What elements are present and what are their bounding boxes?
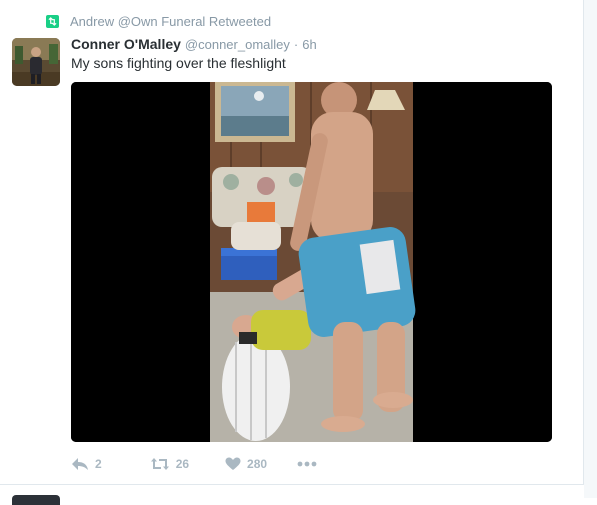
retweet-action-icon [150, 457, 170, 471]
next-avatar[interactable] [12, 495, 60, 505]
scrollbar[interactable] [584, 0, 597, 498]
like-icon [225, 457, 241, 471]
more-icon [297, 461, 317, 467]
retweet-context-text[interactable]: Andrew @Own Funeral Retweeted [70, 14, 271, 29]
username[interactable]: @conner_omalley [185, 37, 290, 52]
reply-button[interactable]: 2 [71, 457, 102, 471]
tweet-text: My sons fighting over the fleshlight [71, 55, 286, 71]
like-count: 280 [247, 457, 268, 471]
tweet-header: Conner O'Malley @conner_omalley · 6h [71, 36, 317, 52]
timestamp[interactable]: 6h [302, 37, 316, 52]
avatar[interactable] [12, 38, 60, 86]
next-tweet-peek[interactable] [0, 485, 583, 505]
retweet-count: 26 [175, 457, 190, 471]
separator: · [293, 37, 299, 52]
fullname[interactable]: Conner O'Malley [71, 36, 181, 52]
retweet-icon [46, 14, 59, 28]
retweet-button[interactable]: 26 [150, 457, 189, 471]
reply-icon [71, 457, 89, 471]
like-button[interactable]: 280 [225, 457, 267, 471]
video-player[interactable] [71, 82, 552, 442]
more-button[interactable] [297, 461, 317, 467]
retweet-context: Andrew @Own Funeral Retweeted [46, 13, 271, 29]
tweet-card[interactable]: Andrew @Own Funeral Retweeted Conner O'M… [0, 0, 584, 485]
tweet-actions: 2 26 280 [71, 455, 317, 473]
reply-count: 2 [95, 457, 102, 471]
video-frame [71, 82, 552, 442]
